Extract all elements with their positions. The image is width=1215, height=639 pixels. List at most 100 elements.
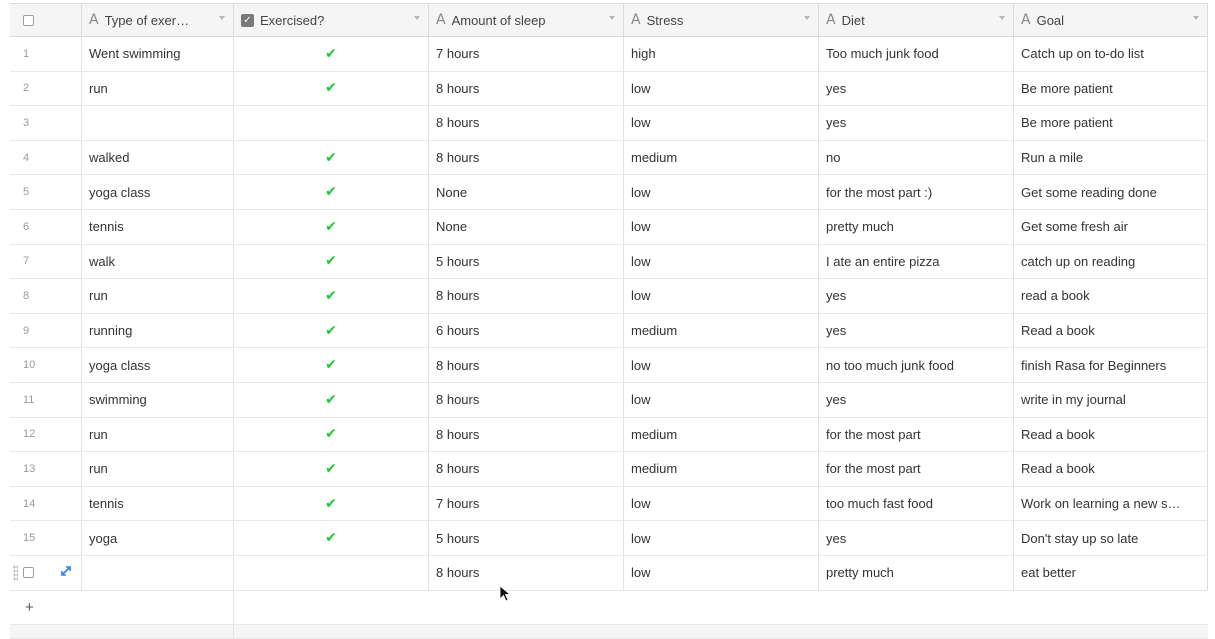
cell-goal[interactable]: Don't stay up so late	[1014, 521, 1208, 555]
cell-stress[interactable]: low	[624, 175, 819, 209]
cell-diet[interactable]: yes	[819, 71, 1014, 106]
chevron-down-icon[interactable]	[1193, 16, 1199, 20]
cell-amount-of-sleep[interactable]: 8 hours	[429, 71, 624, 106]
table-row[interactable]: 3 8 hours low yes Be more patient	[10, 106, 1208, 141]
cell-exercised[interactable]: ✔	[234, 140, 429, 175]
chevron-down-icon[interactable]	[999, 16, 1005, 20]
cell-diet[interactable]: yes	[819, 279, 1014, 313]
cell-amount-of-sleep[interactable]: None	[429, 209, 624, 244]
cell-goal[interactable]: Read a book	[1014, 313, 1208, 348]
cell-diet[interactable]: pretty much	[819, 209, 1014, 244]
cell-amount-of-sleep[interactable]: 5 hours	[429, 244, 624, 279]
cell-type-of-exercise[interactable]: tennis	[82, 486, 234, 521]
cell-goal[interactable]: catch up on reading	[1014, 244, 1208, 279]
cell-exercised[interactable]: ✔	[234, 486, 429, 521]
column-header-stress[interactable]: A Stress	[624, 4, 819, 36]
cell-exercised[interactable]	[234, 555, 429, 590]
expand-record-icon[interactable]	[60, 565, 72, 577]
cell-goal[interactable]: Get some fresh air	[1014, 209, 1208, 244]
cell-diet[interactable]: yes	[819, 313, 1014, 348]
cell-amount-of-sleep[interactable]: 8 hours	[429, 140, 624, 175]
row-select-checkbox[interactable]	[23, 567, 34, 579]
table-row[interactable]: 1 Went swimming ✔ 7 hours high Too much junk …	[10, 37, 1208, 72]
table-row[interactable]: 12 run ✔ 8 hours medium for the most part Read…	[10, 417, 1208, 453]
cell-stress[interactable]: low	[624, 521, 819, 555]
cell-amount-of-sleep[interactable]: 8 hours	[429, 452, 624, 486]
cell-amount-of-sleep[interactable]: 8 hours	[429, 382, 624, 417]
cell-type-of-exercise[interactable]: yoga class	[82, 175, 234, 209]
cell-stress[interactable]: low	[624, 555, 819, 590]
cell-stress[interactable]: low	[624, 348, 819, 382]
cell-amount-of-sleep[interactable]: 8 hours	[429, 106, 624, 140]
table-row[interactable]: 8 run ✔ 8 hours low yes read a book	[10, 279, 1208, 314]
cell-amount-of-sleep[interactable]: 8 hours	[429, 417, 624, 452]
column-header-amount-of-sleep[interactable]: A Amount of sleep	[429, 4, 624, 36]
cell-goal[interactable]: Be more patient	[1014, 71, 1208, 106]
cell-stress[interactable]: medium	[624, 140, 819, 175]
drag-handle-icon[interactable]	[13, 564, 18, 581]
cell-stress[interactable]: medium	[624, 417, 819, 452]
cell-amount-of-sleep[interactable]: 7 hours	[429, 486, 624, 521]
cell-stress[interactable]: high	[624, 37, 819, 71]
cell-diet[interactable]: for the most part :)	[819, 175, 1014, 209]
add-record-button[interactable]: +	[10, 590, 234, 624]
cell-exercised[interactable]: ✔	[234, 37, 429, 71]
column-header-goal[interactable]: A Goal	[1014, 4, 1208, 36]
chevron-down-icon[interactable]	[609, 16, 615, 20]
row-number-cell[interactable]	[10, 555, 82, 590]
chevron-down-icon[interactable]	[804, 16, 810, 20]
cell-stress[interactable]: low	[624, 382, 819, 417]
chevron-down-icon[interactable]	[414, 16, 420, 20]
cell-exercised[interactable]: ✔	[234, 452, 429, 486]
cell-type-of-exercise[interactable]: tennis	[82, 209, 234, 244]
cell-exercised[interactable]	[234, 106, 429, 140]
cell-exercised[interactable]: ✔	[234, 417, 429, 452]
cell-goal[interactable]: eat better	[1014, 555, 1208, 590]
cell-goal[interactable]: write in my journal	[1014, 382, 1208, 417]
cell-diet[interactable]: pretty much	[819, 555, 1014, 590]
table-row[interactable]: 5 yoga class ✔ None low for the most part :) G…	[10, 175, 1208, 210]
cell-stress[interactable]: low	[624, 209, 819, 244]
cell-diet[interactable]: yes	[819, 382, 1014, 417]
cell-diet[interactable]: no too much junk food	[819, 348, 1014, 382]
table-row[interactable]: 13 run ✔ 8 hours medium for the most part Read…	[10, 452, 1208, 487]
table-row[interactable]: 15 yoga ✔ 5 hours low yes Don't stay up so lat…	[10, 521, 1208, 556]
cell-goal[interactable]: Get some reading done	[1014, 175, 1208, 209]
select-all-cell[interactable]	[10, 4, 82, 36]
cell-exercised[interactable]: ✔	[234, 71, 429, 106]
cell-diet[interactable]: too much fast food	[819, 486, 1014, 521]
cell-amount-of-sleep[interactable]: 5 hours	[429, 521, 624, 555]
select-all-checkbox[interactable]	[23, 14, 34, 26]
cell-goal[interactable]: finish Rasa for Beginners	[1014, 348, 1208, 382]
table-row[interactable]: 11 swimming ✔ 8 hours low yes write in my jour…	[10, 382, 1208, 418]
cell-amount-of-sleep[interactable]: 8 hours	[429, 348, 624, 382]
table-row[interactable]: 4 walked ✔ 8 hours medium no Run a mile	[10, 140, 1208, 176]
cell-exercised[interactable]: ✔	[234, 209, 429, 244]
column-header-diet[interactable]: A Diet	[819, 4, 1014, 36]
cell-goal[interactable]: Work on learning a new s…	[1014, 486, 1208, 521]
cell-type-of-exercise[interactable]	[82, 106, 234, 140]
cell-stress[interactable]: low	[624, 71, 819, 106]
cell-exercised[interactable]: ✔	[234, 175, 429, 209]
cell-exercised[interactable]: ✔	[234, 382, 429, 417]
cell-goal[interactable]: Read a book	[1014, 417, 1208, 452]
cell-type-of-exercise[interactable]: swimming	[82, 382, 234, 417]
table-row[interactable]: 10 yoga class ✔ 8 hours low no too much junk …	[10, 348, 1208, 383]
table-row[interactable]: 6 tennis ✔ None low pretty much Get some fresh…	[10, 209, 1208, 245]
cell-stress[interactable]: medium	[624, 313, 819, 348]
cell-goal[interactable]: Run a mile	[1014, 140, 1208, 175]
table-row[interactable]: 14 tennis ✔ 7 hours low too much fast food Wor…	[10, 486, 1208, 522]
table-row[interactable]: 2 run ✔ 8 hours low yes Be more patient	[10, 71, 1208, 107]
cell-type-of-exercise[interactable]	[82, 555, 234, 590]
cell-goal[interactable]: read a book	[1014, 279, 1208, 313]
cell-exercised[interactable]: ✔	[234, 521, 429, 555]
cell-stress[interactable]: low	[624, 244, 819, 279]
cell-diet[interactable]: for the most part	[819, 452, 1014, 486]
cell-amount-of-sleep[interactable]: 8 hours	[429, 555, 624, 590]
cell-amount-of-sleep[interactable]: 7 hours	[429, 37, 624, 71]
cell-stress[interactable]: low	[624, 106, 819, 140]
column-header-exercised[interactable]: ✓ Exercised?	[234, 4, 429, 36]
cell-amount-of-sleep[interactable]: None	[429, 175, 624, 209]
cell-diet[interactable]: no	[819, 140, 1014, 175]
table-row[interactable]: 9 running ✔ 6 hours medium yes Read a book	[10, 313, 1208, 349]
